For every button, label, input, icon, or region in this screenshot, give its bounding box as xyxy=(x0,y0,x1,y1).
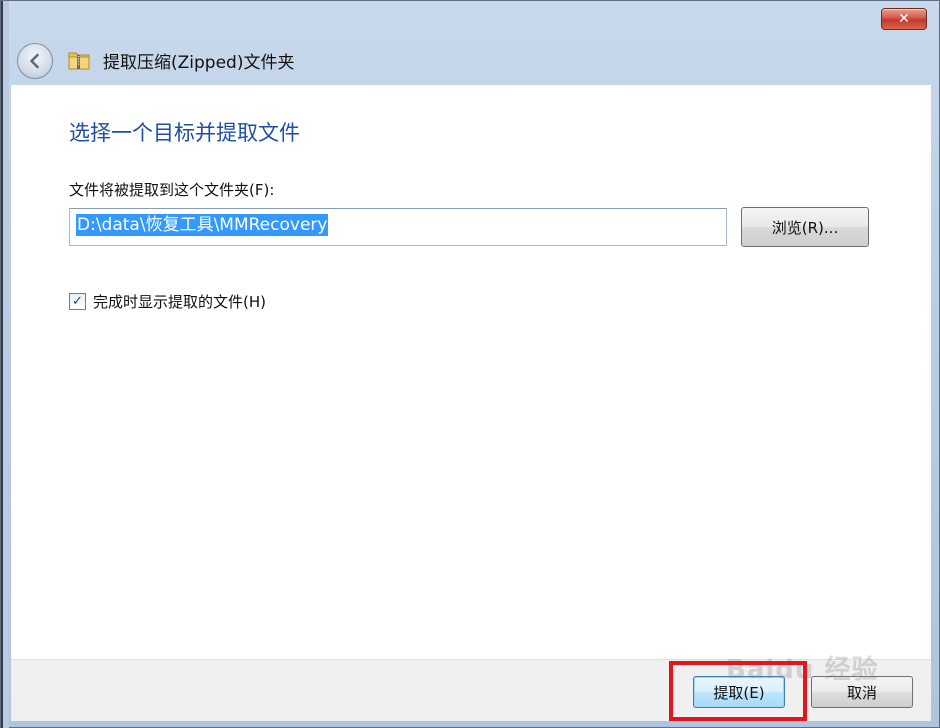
cancel-button[interactable]: 取消 xyxy=(811,676,913,708)
window-title: 提取压缩(Zipped)文件夹 xyxy=(103,53,295,73)
page-heading: 选择一个目标并提取文件 xyxy=(69,121,300,145)
destination-path-input[interactable]: D:\data\恢复工具\MMRecovery xyxy=(69,208,727,246)
zipped-folder-icon xyxy=(68,52,90,70)
dialog-footer: 提取(E) 取消 xyxy=(11,659,931,721)
window-frame-edge xyxy=(1,1,9,728)
show-files-option[interactable]: ✓ 完成时显示提取的文件(H) xyxy=(69,291,266,312)
destination-path-value: D:\data\恢复工具\MMRecovery xyxy=(76,214,329,236)
checkmark-icon: ✓ xyxy=(72,294,83,309)
dialog-content: 选择一个目标并提取文件 文件将被提取到这个文件夹(F): D:\data\恢复工… xyxy=(11,85,931,659)
show-files-checkbox[interactable]: ✓ xyxy=(69,293,86,310)
destination-label: 文件将被提取到这个文件夹(F): xyxy=(69,181,275,199)
back-arrow-icon xyxy=(30,53,39,69)
back-button[interactable] xyxy=(17,43,53,79)
close-button[interactable]: ✕ xyxy=(881,8,927,30)
close-icon: ✕ xyxy=(898,11,910,27)
browse-button[interactable]: 浏览(R)... xyxy=(741,207,869,247)
extract-button[interactable]: 提取(E) xyxy=(693,676,785,708)
extract-dialog-window: ✕ 提取压缩(Zipped)文件夹 选择一个目标并提取文件 文件将被提取到这个文… xyxy=(0,0,940,728)
show-files-label: 完成时显示提取的文件(H) xyxy=(93,293,266,311)
